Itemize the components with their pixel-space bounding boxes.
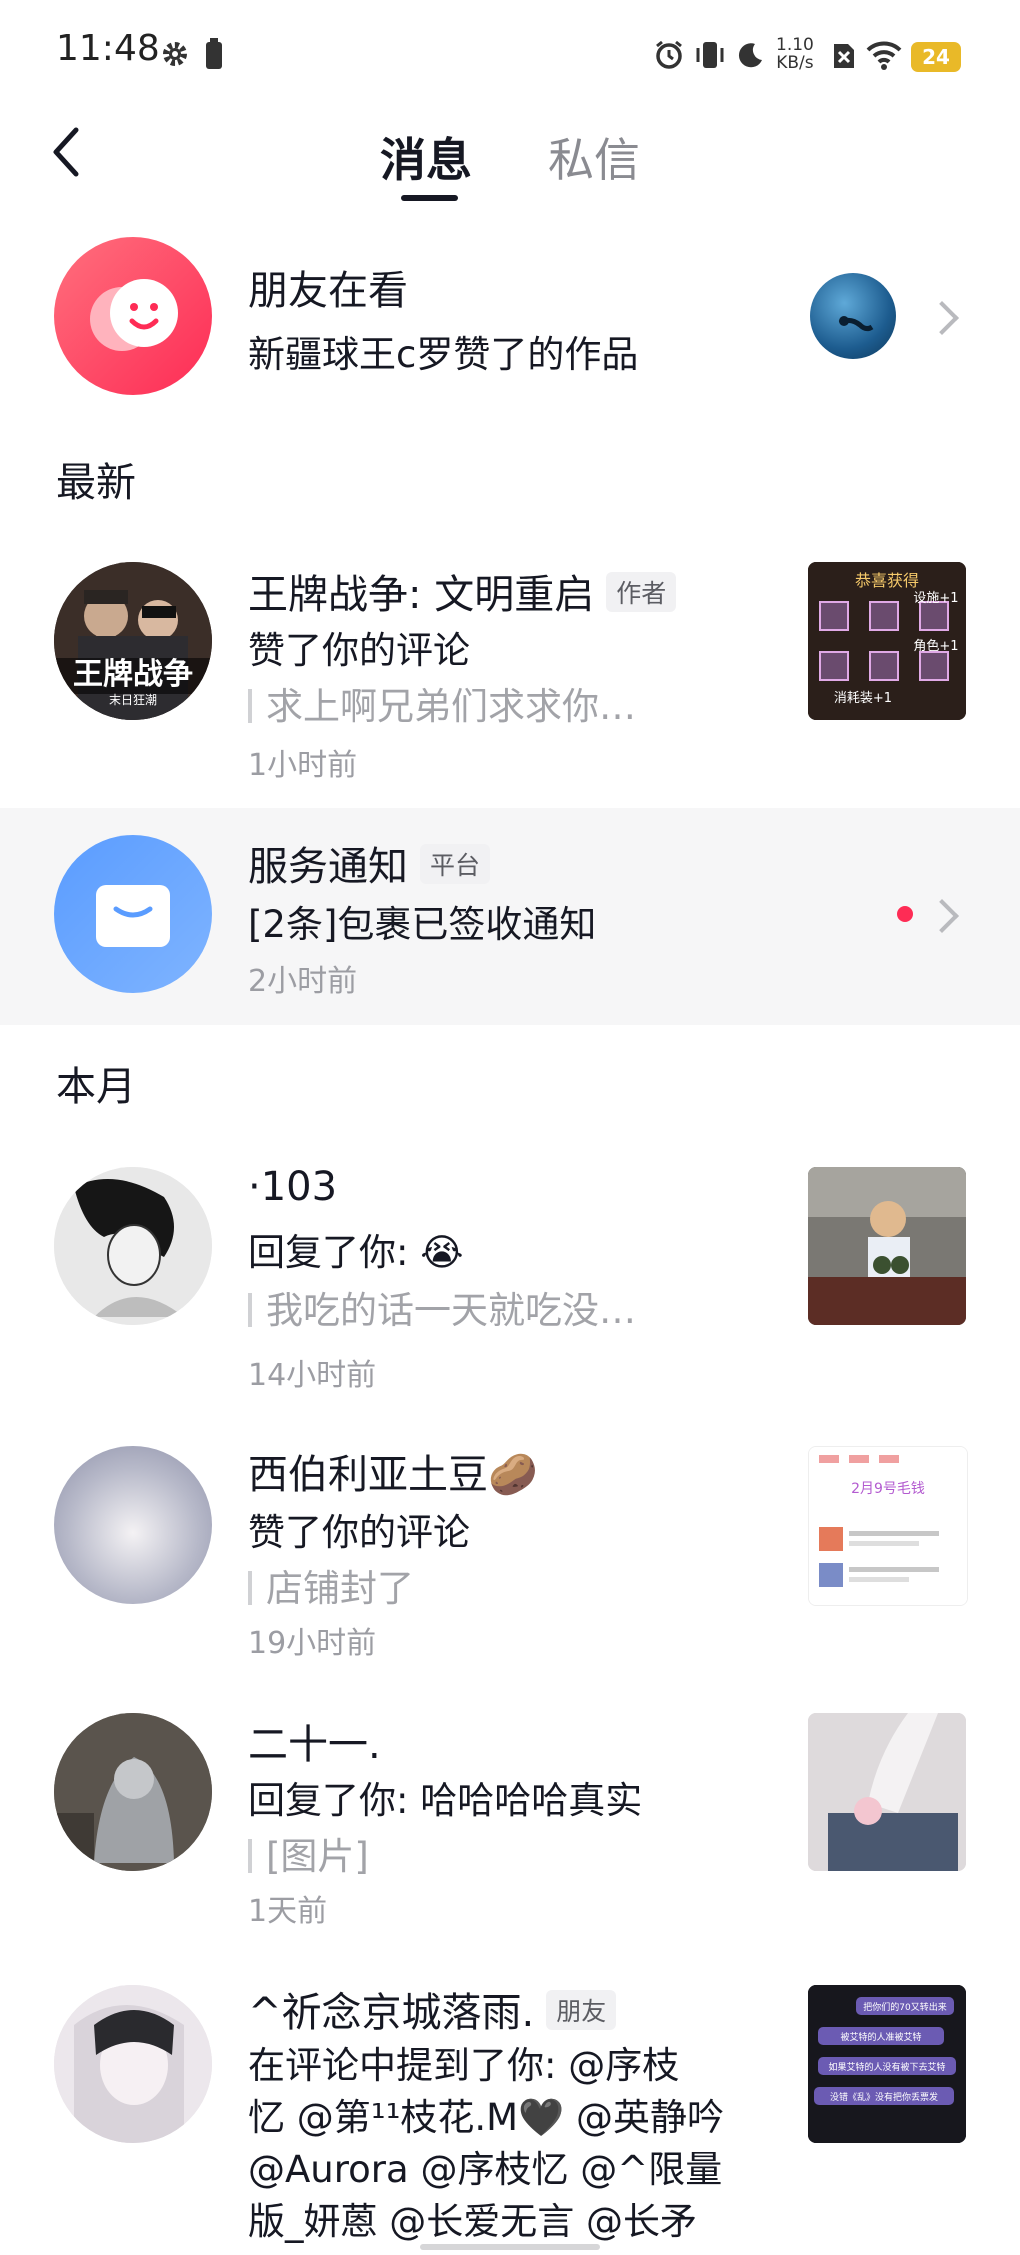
quoted-comment: 我吃的话一天就吃没… [248,1280,636,1334]
message-sender: 西伯利亚土豆🥔 [248,1442,538,1500]
avatar[interactable]: 王牌战争 末日狂潮 [54,562,212,720]
message-time: 1小时前 [248,748,358,783]
battery-small-icon [205,38,223,70]
tab-messages[interactable]: 消息 [380,124,472,190]
post-thumbnail[interactable]: 恭喜获得 设施+1 角色+1 消耗装+1 [808,562,966,720]
friends-watching-title: 朋友在看 [248,268,408,314]
moon-icon [735,40,765,70]
message-time: 14小时前 [248,1358,377,1393]
quoted-comment: [图片] [248,1826,369,1880]
no-sim-icon [832,40,856,70]
friends-watching-subtitle: 新疆球王c罗赞了的作品 [248,333,639,376]
svg-text:被艾特的人准被艾特: 被艾特的人准被艾特 [840,2031,921,2043]
post-thumbnail[interactable] [808,1713,966,1871]
battery-level: 24 [911,42,961,72]
svg-text:消耗装+1: 消耗装+1 [834,691,892,706]
message-action: 回复了你: 😭 [248,1231,464,1274]
sender-name[interactable]: 服务通知 [248,844,408,890]
svg-text:末日狂潮: 末日狂潮 [109,692,157,707]
message-action: 回复了你: 哈哈哈哈真实 [248,1779,643,1822]
svg-text:设施+1: 设施+1 [913,591,958,606]
section-latest: 最新 [56,460,136,506]
message-sender: 服务通知 平台 [248,834,491,892]
sender-name[interactable]: ·103 [248,1164,337,1210]
message-time: 2小时前 [248,964,358,999]
friend-badge: 朋友 [546,1990,617,2030]
quoted-comment: 求上啊兄弟们求求你… [248,676,636,730]
alarm-icon [654,40,684,70]
avatar[interactable] [54,1167,212,1325]
svg-text:王牌战争: 王牌战争 [73,657,193,692]
message-sender: 王牌战争: 文明重启 作者 [248,562,677,620]
sender-name[interactable]: 二十一. [248,1712,381,1770]
svg-text:没错《乱》没有把你丢票发: 没错《乱》没有把你丢票发 [830,2091,938,2103]
sender-name[interactable]: 西伯利亚土豆 [248,1452,488,1498]
status-time: 11:48 [56,28,160,69]
svg-text:把你们的70又转出来: 把你们的70又转出来 [863,2001,946,2013]
home-indicator [420,2244,600,2250]
avatar[interactable] [54,1446,212,1604]
wifi-icon [866,40,902,70]
message-action: 赞了你的评论 [248,1511,470,1554]
post-thumbnail[interactable] [808,1167,966,1325]
message-action: 赞了你的评论 [248,629,470,672]
message-time: 19小时前 [248,1626,377,1661]
message-action: [2条]包裹已签收通知 [248,903,597,946]
back-button[interactable] [48,122,88,182]
quoted-comment: 店铺封了 [248,1558,414,1612]
vibrate-icon [694,40,726,70]
svg-text:2月9号毛钱: 2月9号毛钱 [851,1481,925,1497]
unread-dot [897,906,913,922]
message-time: 1天前 [248,1894,328,1929]
crying-emoji-icon: 😭 [420,1231,464,1274]
service-notification-icon [54,835,212,993]
svg-text:如果艾特的人没有被下去艾特: 如果艾特的人没有被下去艾特 [828,2061,945,2073]
potato-emoji-icon: 🥔 [488,1452,538,1498]
post-thumbnail[interactable]: 2月9号毛钱 [808,1446,968,1606]
author-badge: 作者 [606,572,677,612]
sender-name[interactable]: 王牌战争: 文明重启 [248,572,594,618]
message-sender: ^祈念京城落雨. 朋友 [248,1980,617,2038]
avatar[interactable] [54,1713,212,1871]
tab-private-messages[interactable]: 私信 [548,124,640,190]
settings-icon [161,40,189,68]
friends-watching-icon [54,237,212,395]
post-thumbnail[interactable]: 把你们的70又转出来 被艾特的人准被艾特 如果艾特的人没有被下去艾特 没错《乱》… [808,1985,966,2143]
friend-video-thumbnail[interactable] [810,273,896,359]
mention-text: 在评论中提到了你: @序枝 忆 @第¹¹枝花.M🖤 @英静吟 @Aurora @… [248,2044,724,2243]
platform-badge: 平台 [420,844,491,884]
network-speed: 1.10 KB/s [776,35,814,73]
section-this-month: 本月 [56,1064,136,1110]
svg-text:恭喜获得: 恭喜获得 [855,571,919,590]
svg-text:角色+1: 角色+1 [913,638,958,654]
active-tab-indicator [401,195,458,201]
avatar[interactable] [54,1985,212,2143]
sender-name[interactable]: ^祈念京城落雨. [248,1990,534,2036]
